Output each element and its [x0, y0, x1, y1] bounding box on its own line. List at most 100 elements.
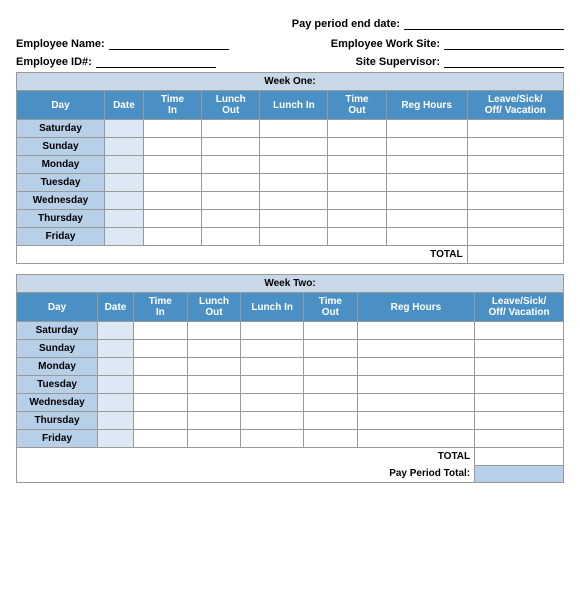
time-in-sunday-w2[interactable] — [133, 340, 187, 358]
total-value-w2[interactable] — [475, 448, 564, 466]
date-sunday-w1[interactable] — [104, 138, 143, 156]
date-friday-w1[interactable] — [104, 228, 143, 246]
lunch-out-tuesday-w1[interactable] — [202, 174, 260, 192]
date-tuesday-w1[interactable] — [104, 174, 143, 192]
date-thursday-w1[interactable] — [104, 210, 143, 228]
leave-saturday-w2[interactable] — [475, 322, 564, 340]
time-out-tuesday-w1[interactable] — [328, 174, 386, 192]
time-in-friday-w1[interactable] — [143, 228, 201, 246]
time-in-friday-w2[interactable] — [133, 430, 187, 448]
lunch-in-wednesday-w1[interactable] — [260, 192, 328, 210]
reg-hours-friday-w2[interactable] — [357, 430, 474, 448]
employee-name-value[interactable] — [109, 36, 229, 50]
time-out-tuesday-w2[interactable] — [304, 376, 358, 394]
time-in-monday-w2[interactable] — [133, 358, 187, 376]
site-supervisor-value[interactable] — [444, 54, 564, 68]
reg-hours-friday-w1[interactable] — [386, 228, 467, 246]
leave-wednesday-w2[interactable] — [475, 394, 564, 412]
lunch-in-thursday-w1[interactable] — [260, 210, 328, 228]
total-value-w1[interactable] — [467, 246, 563, 264]
lunch-out-friday-w2[interactable] — [187, 430, 241, 448]
reg-hours-thursday-w1[interactable] — [386, 210, 467, 228]
lunch-out-tuesday-w2[interactable] — [187, 376, 241, 394]
time-in-saturday-w1[interactable] — [143, 120, 201, 138]
time-out-thursday-w2[interactable] — [304, 412, 358, 430]
leave-thursday-w2[interactable] — [475, 412, 564, 430]
leave-friday-w2[interactable] — [475, 430, 564, 448]
leave-tuesday-w2[interactable] — [475, 376, 564, 394]
lunch-in-friday-w2[interactable] — [241, 430, 304, 448]
employee-work-site-value[interactable] — [444, 36, 564, 50]
time-out-wednesday-w1[interactable] — [328, 192, 386, 210]
reg-hours-wednesday-w1[interactable] — [386, 192, 467, 210]
lunch-in-saturday-w2[interactable] — [241, 322, 304, 340]
leave-saturday-w1[interactable] — [467, 120, 563, 138]
leave-friday-w1[interactable] — [467, 228, 563, 246]
lunch-out-monday-w1[interactable] — [202, 156, 260, 174]
lunch-in-monday-w1[interactable] — [260, 156, 328, 174]
time-in-thursday-w2[interactable] — [133, 412, 187, 430]
time-out-sunday-w1[interactable] — [328, 138, 386, 156]
time-out-sunday-w2[interactable] — [304, 340, 358, 358]
date-wednesday-w2[interactable] — [98, 394, 134, 412]
date-thursday-w2[interactable] — [98, 412, 134, 430]
lunch-out-wednesday-w2[interactable] — [187, 394, 241, 412]
lunch-out-wednesday-w1[interactable] — [202, 192, 260, 210]
reg-hours-thursday-w2[interactable] — [357, 412, 474, 430]
time-out-saturday-w1[interactable] — [328, 120, 386, 138]
time-in-monday-w1[interactable] — [143, 156, 201, 174]
lunch-in-sunday-w2[interactable] — [241, 340, 304, 358]
time-out-thursday-w1[interactable] — [328, 210, 386, 228]
time-in-tuesday-w1[interactable] — [143, 174, 201, 192]
date-sunday-w2[interactable] — [98, 340, 134, 358]
lunch-out-sunday-w1[interactable] — [202, 138, 260, 156]
date-tuesday-w2[interactable] — [98, 376, 134, 394]
employee-id-value[interactable] — [96, 54, 216, 68]
reg-hours-saturday-w2[interactable] — [357, 322, 474, 340]
reg-hours-sunday-w1[interactable] — [386, 138, 467, 156]
lunch-in-wednesday-w2[interactable] — [241, 394, 304, 412]
lunch-out-thursday-w1[interactable] — [202, 210, 260, 228]
leave-tuesday-w1[interactable] — [467, 174, 563, 192]
time-out-wednesday-w2[interactable] — [304, 394, 358, 412]
time-out-friday-w1[interactable] — [328, 228, 386, 246]
time-in-saturday-w2[interactable] — [133, 322, 187, 340]
leave-wednesday-w1[interactable] — [467, 192, 563, 210]
date-monday-w1[interactable] — [104, 156, 143, 174]
date-saturday-w1[interactable] — [104, 120, 143, 138]
lunch-in-tuesday-w2[interactable] — [241, 376, 304, 394]
lunch-out-thursday-w2[interactable] — [187, 412, 241, 430]
lunch-in-thursday-w2[interactable] — [241, 412, 304, 430]
pay-period-value[interactable] — [404, 16, 564, 30]
lunch-in-friday-w1[interactable] — [260, 228, 328, 246]
time-out-saturday-w2[interactable] — [304, 322, 358, 340]
reg-hours-monday-w2[interactable] — [357, 358, 474, 376]
lunch-in-tuesday-w1[interactable] — [260, 174, 328, 192]
lunch-out-saturday-w1[interactable] — [202, 120, 260, 138]
date-saturday-w2[interactable] — [98, 322, 134, 340]
time-in-wednesday-w2[interactable] — [133, 394, 187, 412]
leave-sunday-w2[interactable] — [475, 340, 564, 358]
time-in-thursday-w1[interactable] — [143, 210, 201, 228]
date-wednesday-w1[interactable] — [104, 192, 143, 210]
time-out-monday-w1[interactable] — [328, 156, 386, 174]
reg-hours-sunday-w2[interactable] — [357, 340, 474, 358]
date-monday-w2[interactable] — [98, 358, 134, 376]
lunch-in-sunday-w1[interactable] — [260, 138, 328, 156]
time-out-monday-w2[interactable] — [304, 358, 358, 376]
lunch-out-monday-w2[interactable] — [187, 358, 241, 376]
time-in-sunday-w1[interactable] — [143, 138, 201, 156]
leave-thursday-w1[interactable] — [467, 210, 563, 228]
lunch-out-sunday-w2[interactable] — [187, 340, 241, 358]
reg-hours-wednesday-w2[interactable] — [357, 394, 474, 412]
pay-period-total-value[interactable] — [475, 465, 564, 483]
lunch-out-friday-w1[interactable] — [202, 228, 260, 246]
reg-hours-monday-w1[interactable] — [386, 156, 467, 174]
date-friday-w2[interactable] — [98, 430, 134, 448]
time-in-wednesday-w1[interactable] — [143, 192, 201, 210]
time-out-friday-w2[interactable] — [304, 430, 358, 448]
lunch-in-monday-w2[interactable] — [241, 358, 304, 376]
leave-sunday-w1[interactable] — [467, 138, 563, 156]
time-in-tuesday-w2[interactable] — [133, 376, 187, 394]
reg-hours-saturday-w1[interactable] — [386, 120, 467, 138]
